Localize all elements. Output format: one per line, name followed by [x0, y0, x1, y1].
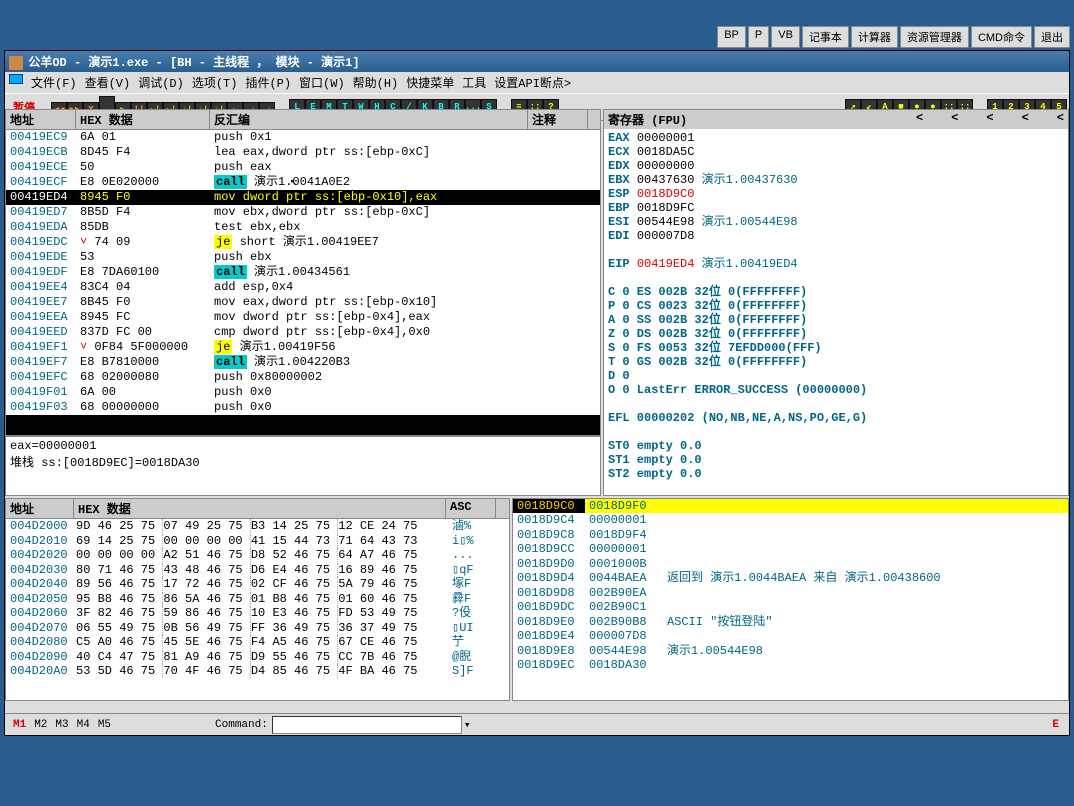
col-disasm: 反汇编 — [210, 110, 528, 129]
menu-item[interactable]: 插件(P) — [245, 74, 291, 91]
disasm-row[interactable]: 00419ED48945 F0mov dword ptr ss:[ebp-0x1… — [6, 190, 600, 205]
menu-item[interactable]: 查看(V) — [85, 74, 131, 91]
disasm-row[interactable]: 00419EDE53push ebx — [6, 250, 600, 265]
disasm-row[interactable]: 00419EED837D FC 00cmp dword ptr ss:[ebp-… — [6, 325, 600, 340]
stack-row[interactable]: 0018D9C80018D9F4 — [513, 528, 1068, 543]
title-bar: 公羊OD - 演示1.exe - [BH - 主线程 ， 模块 - 演示1] — [5, 51, 1069, 72]
app-icon — [9, 56, 23, 70]
menu-item[interactable]: 快捷菜单 — [406, 74, 454, 91]
disasm-row[interactable]: 00419F0368 00000000push 0x0 — [6, 400, 600, 415]
memory-btn[interactable]: M4 — [73, 719, 94, 731]
stack-row[interactable]: 0018D9D8002B90EA — [513, 586, 1068, 601]
disasm-row[interactable]: 00419ECFE8 0E020000call 演示1.0041A0E2↖ — [6, 175, 600, 190]
ext-btn-资源管理器[interactable]: 资源管理器 — [900, 26, 969, 48]
menu-bar: 文件(F) 查看(V) 调试(D) 选项(T) 插件(P) 窗口(W) 帮助(H) 快捷菜单工… — [5, 72, 1069, 93]
menu-item[interactable]: 文件(F) — [31, 74, 77, 91]
disasm-row[interactable]: 00419ECB8D45 F4lea eax,dword ptr ss:[ebp… — [6, 145, 600, 160]
stack-row[interactable]: 0018D9DC002B90C1 — [513, 600, 1068, 615]
stack-row[interactable]: 0018D9D40044BAEA返回到 演示1.0044BAEA 来自 演示1.… — [513, 571, 1068, 586]
disasm-row[interactable]: 00419EF7E8 B7810000call 演示1.004220B3 — [6, 355, 600, 370]
ext-btn-退出[interactable]: 退出 — [1034, 26, 1070, 48]
menu-item[interactable]: 窗口(W) — [299, 74, 345, 91]
memory-btn[interactable]: M3 — [51, 719, 72, 731]
info-pane: eax=00000001 堆栈 ss:[0018D9EC]=0018DA30 — [5, 436, 601, 496]
disasm-row[interactable]: 00419F016A 00push 0x0 — [6, 385, 600, 400]
stack-row[interactable]: 0018D9E800544E98演示1.00544E98 — [513, 644, 1068, 659]
memory-btn[interactable]: M1 — [9, 719, 30, 731]
disasm-row[interactable]: 00419ECE50push eax — [6, 160, 600, 175]
hex-row[interactable]: 004D20A053 5D 46 75 70 4F 46 75 D4 85 46… — [6, 664, 509, 679]
record-icon[interactable] — [9, 74, 23, 84]
disasm-row[interactable]: 00419EF1˅ 0F84 5F000000je 演示1.00419F56 — [6, 340, 600, 355]
disasm-row[interactable]: 00419EFC68 02000080push 0x80000002 — [6, 370, 600, 385]
hex-col-data: HEX 数据 — [74, 499, 446, 518]
hex-row[interactable]: 004D201069 14 25 75 00 00 00 00 41 15 44… — [6, 534, 509, 549]
disassembly-pane[interactable]: 地址 HEX 数据 反汇编 注释 00419EC96A 01push 0x100… — [5, 109, 601, 436]
memory-btn[interactable]: M5 — [94, 719, 115, 731]
menu-item[interactable]: 选项(T) — [192, 74, 238, 91]
disasm-row[interactable]: 00419ED78B5D F4mov ebx,dword ptr ss:[ebp… — [6, 205, 600, 220]
hex-row[interactable]: 004D202000 00 00 00 A2 51 46 75 D8 52 46… — [6, 548, 509, 563]
disasm-row[interactable]: 00419EDC˅ 74 09je short 演示1.00419EE7 — [6, 235, 600, 250]
stack-esp: 0018D9C0 — [513, 499, 585, 513]
external-toolbar: BPPVB记事本计算器资源管理器CMD命令退出 — [717, 26, 1070, 48]
hex-row[interactable]: 004D203080 71 46 75 43 48 46 75 D6 E4 46… — [6, 563, 509, 578]
disasm-row[interactable]: 00419EE483C4 04add esp,0x4 — [6, 280, 600, 295]
hex-row[interactable]: 004D2080C5 A0 46 75 45 5E 46 75 F4 A5 46… — [6, 635, 509, 650]
stack-row[interactable]: 0018D9C400000001 — [513, 513, 1068, 528]
menu-item[interactable]: 调试(D) — [138, 74, 184, 91]
disasm-row[interactable]: 00419EDA85DBtest ebx,ebx — [6, 220, 600, 235]
command-bar: M1M2M3M4M5 Command: ▾ E — [5, 713, 1069, 735]
command-input[interactable] — [272, 716, 462, 734]
ext-btn-计算器[interactable]: 计算器 — [851, 26, 898, 48]
stack-row[interactable]: 0018D9D00001000B — [513, 557, 1068, 572]
hex-row[interactable]: 004D209040 C4 47 75 81 A9 46 75 D9 55 46… — [6, 650, 509, 665]
hex-row[interactable]: 004D204089 56 46 75 17 72 46 75 02 CF 46… — [6, 577, 509, 592]
memory-btn[interactable]: M2 — [30, 719, 51, 731]
stack-row[interactable]: 0018D9CC00000001 — [513, 542, 1068, 557]
col-hex: HEX 数据 — [76, 110, 210, 129]
hexdump-pane[interactable]: 地址 HEX 数据 ASC 004D20009D 46 25 75 07 49 … — [5, 498, 510, 701]
stack-esp-val: 0018D9F0 — [585, 499, 1068, 513]
stack-row[interactable]: 0018D9E4000007D8 — [513, 629, 1068, 644]
ext-btn-VB[interactable]: VB — [771, 26, 800, 48]
disasm-row[interactable]: 00419EDFE8 7DA60100call 演示1.00434561 — [6, 265, 600, 280]
hex-row[interactable]: 004D205095 B8 46 75 86 5A 46 75 01 B8 46… — [6, 592, 509, 607]
menu-item[interactable]: 帮助(H) — [353, 74, 399, 91]
menu-item[interactable]: 设置API断点> — [494, 74, 571, 91]
main-window: 公羊OD - 演示1.exe - [BH - 主线程 ， 模块 - 演示1] 文… — [4, 50, 1070, 736]
col-address: 地址 — [6, 110, 76, 129]
disasm-row[interactable]: 00419EEA8945 FCmov dword ptr ss:[ebp-0x4… — [6, 310, 600, 325]
ext-btn-CMD命令[interactable]: CMD命令 — [971, 26, 1032, 48]
ext-btn-BP[interactable]: BP — [717, 26, 746, 48]
hex-col-asc: ASC — [446, 499, 496, 518]
disasm-row[interactable]: 00419EC96A 01push 0x1 — [6, 130, 600, 145]
disasm-row[interactable]: 00419EE78B45 F0mov eax,dword ptr ss:[ebp… — [6, 295, 600, 310]
stack-row[interactable]: 0018D9EC0018DA30 — [513, 658, 1068, 673]
ext-btn-记事本[interactable]: 记事本 — [802, 26, 849, 48]
ext-btn-P[interactable]: P — [748, 26, 769, 48]
command-label: Command: — [215, 719, 268, 731]
hex-row[interactable]: 004D207006 55 49 75 0B 56 49 75 FF 36 49… — [6, 621, 509, 636]
window-title: 公羊OD - 演示1.exe - [BH - 主线程 ， 模块 - 演示1] — [28, 56, 359, 70]
registers-title: 寄存器 (FPU) — [608, 111, 687, 128]
hex-row[interactable]: 004D20009D 46 25 75 07 49 25 75 B3 14 25… — [6, 519, 509, 534]
status-right: E — [1050, 717, 1061, 733]
menu-item[interactable]: 工具 — [462, 74, 486, 91]
hex-col-addr: 地址 — [6, 499, 74, 518]
col-comment: 注释 — [528, 110, 588, 129]
stack-pane[interactable]: 0018D9C0 0018D9F0 0018D9C4000000010018D9… — [512, 498, 1069, 701]
hex-row[interactable]: 004D20603F 82 46 75 59 86 46 75 10 E3 46… — [6, 606, 509, 621]
stack-row[interactable]: 0018D9E0002B90B8ASCII "按钮登陆" — [513, 615, 1068, 630]
registers-pane[interactable]: 寄存器 (FPU) <<<<< EAX 00000001ECX 0018DA5C… — [603, 109, 1069, 496]
